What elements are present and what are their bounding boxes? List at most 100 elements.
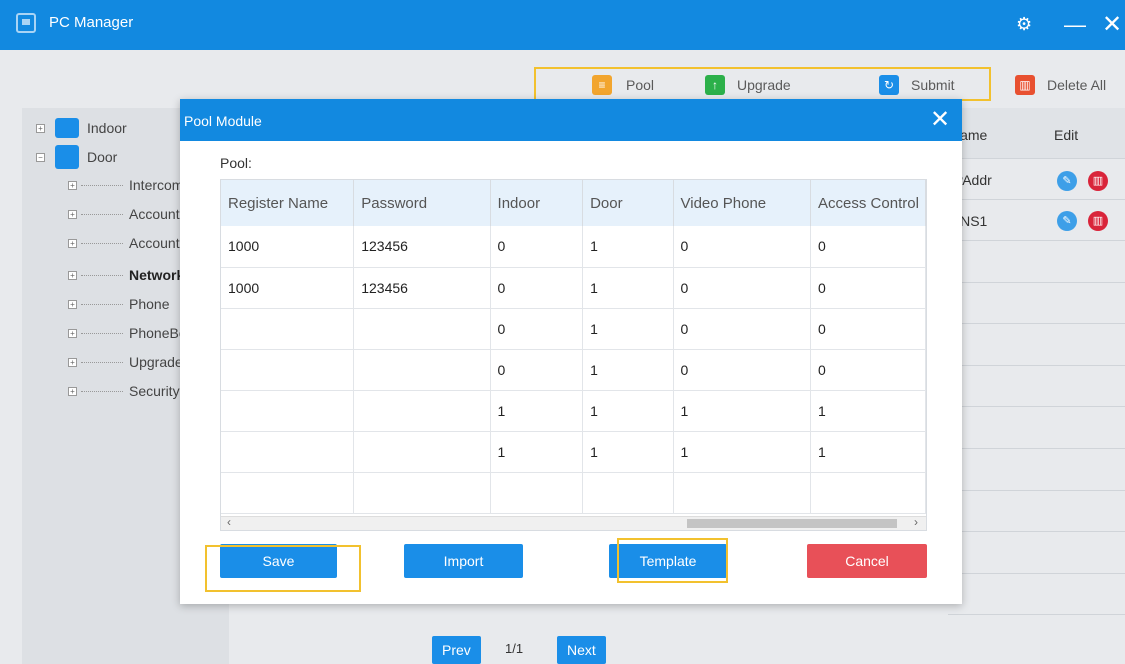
table-cell[interactable]: 123456 [353,267,491,309]
table-cell[interactable] [810,472,926,514]
close-icon[interactable]: ✕ [930,105,950,134]
table-cell[interactable]: 0 [673,349,812,391]
column-header: Video Phone [673,180,812,226]
table-cell[interactable]: 0 [673,267,812,309]
table-cell[interactable]: 1000 [221,226,355,268]
tree-label: Account2 [129,235,188,251]
table-cell[interactable]: 0 [673,226,812,268]
door-icon [55,145,79,169]
tree-item-security[interactable]: + Security [68,383,180,399]
pool-button[interactable]: ≡ Pool [592,75,654,95]
tree-item-account2[interactable]: + Account2 [68,235,187,251]
table-row[interactable] [221,472,926,514]
app-title: PC Manager [49,14,134,31]
table-cell[interactable] [353,308,491,350]
table-cell[interactable]: 1 [582,349,674,391]
table-cell[interactable] [582,472,674,514]
table-cell[interactable]: 1 [810,431,926,473]
expand-icon[interactable]: + [68,386,77,396]
settings-icon[interactable]: ⚙ [1016,14,1032,35]
expand-icon[interactable]: + [68,209,77,219]
table-cell[interactable] [353,472,491,514]
table-cell[interactable]: 0 [810,267,926,309]
upgrade-icon: ↑ [705,75,725,95]
table-cell[interactable]: 1 [490,390,584,432]
cancel-button[interactable]: Cancel [807,544,927,578]
table-row[interactable]: 1 1 1 1 [221,390,926,432]
table-cell[interactable]: 1 [582,390,674,432]
table-cell[interactable]: 1 [582,308,674,350]
column-header: Access Control [810,180,926,226]
tree-item-intercom[interactable]: + Intercom [68,177,183,193]
expand-icon[interactable]: + [68,357,77,367]
tree-label: Intercom [129,177,184,193]
table-cell[interactable] [673,472,812,514]
table-row[interactable]: 0 1 0 0 [221,349,926,391]
expand-icon[interactable]: + [68,270,77,280]
delete-all-button[interactable]: ▥ Delete All [1015,75,1106,95]
tree-item-network[interactable]: + Network [68,267,184,283]
tree-item-account1[interactable]: + Account1 [68,206,187,222]
close-window-icon[interactable]: ✕ [1102,10,1122,39]
table-cell[interactable]: 1 [673,390,812,432]
table-cell[interactable] [353,390,491,432]
scroll-left-icon[interactable]: ‹ [227,515,231,529]
next-button[interactable]: Next [557,636,606,664]
upgrade-button[interactable]: ↑ Upgrade [705,75,791,95]
table-cell[interactable] [221,349,355,391]
table-cell[interactable]: 1 [673,431,812,473]
table-row[interactable]: 1000 123456 0 1 0 0 [221,267,926,309]
tree-item-door[interactable]: − Door [36,145,117,169]
table-cell[interactable] [353,431,491,473]
delete-icon[interactable]: ▥ [1088,171,1108,191]
expand-icon[interactable]: + [68,328,77,338]
table-cell[interactable]: 0 [490,267,584,309]
table-cell[interactable] [221,472,355,514]
table-cell[interactable]: 1 [810,390,926,432]
table-cell[interactable]: 1 [582,431,674,473]
table-cell[interactable]: 1 [490,431,584,473]
table-cell[interactable]: 123456 [353,226,491,268]
table-cell[interactable]: 1 [582,226,674,268]
table-cell[interactable]: 0 [490,226,584,268]
tree-item-upgrade[interactable]: + Upgrade [68,354,183,370]
submit-button[interactable]: ↻ Submit [879,75,955,95]
prev-button[interactable]: Prev [432,636,481,664]
delete-all-label: Delete All [1047,77,1107,93]
scroll-right-icon[interactable]: › [914,515,918,529]
table-cell[interactable] [490,472,584,514]
table-row[interactable]: 1 1 1 1 [221,431,926,473]
tree-item-phone[interactable]: + Phone [68,296,169,312]
table-cell[interactable] [221,308,355,350]
minimize-icon[interactable]: — [1064,12,1086,38]
table-cell[interactable]: 1000 [221,267,355,309]
table-cell[interactable]: 0 [490,349,584,391]
tree-label: Door [87,149,118,165]
table-cell[interactable]: 0 [810,226,926,268]
delete-icon[interactable]: ▥ [1088,211,1108,231]
expand-icon[interactable]: + [36,123,45,133]
collapse-icon[interactable]: − [36,152,45,162]
table-row[interactable]: 0 1 0 0 [221,308,926,350]
import-button[interactable]: Import [404,544,523,578]
table-cell[interactable] [353,349,491,391]
refresh-icon: ↻ [879,75,899,95]
expand-icon[interactable]: + [68,299,77,309]
table-cell[interactable]: 0 [810,349,926,391]
expand-icon[interactable]: + [68,180,77,190]
table-cell[interactable]: 0 [490,308,584,350]
table-cell[interactable]: 0 [673,308,812,350]
horizontal-scrollbar[interactable]: ‹ › [221,515,926,530]
submit-label: Submit [911,77,955,93]
table-cell[interactable] [221,390,355,432]
table-row[interactable]: 1000 123456 0 1 0 0 [221,226,926,268]
table-cell[interactable]: 0 [810,308,926,350]
pool-module-dialog: Pool Module ✕ Pool: Register Name Passwo… [180,99,962,604]
expand-icon[interactable]: + [68,238,77,248]
edit-icon[interactable]: ✎ [1057,171,1077,191]
edit-icon[interactable]: ✎ [1057,211,1077,231]
table-cell[interactable]: 1 [582,267,674,309]
table-cell[interactable] [221,431,355,473]
tree-item-indoor[interactable]: + Indoor [36,118,127,138]
scrollbar-thumb[interactable] [687,519,897,528]
